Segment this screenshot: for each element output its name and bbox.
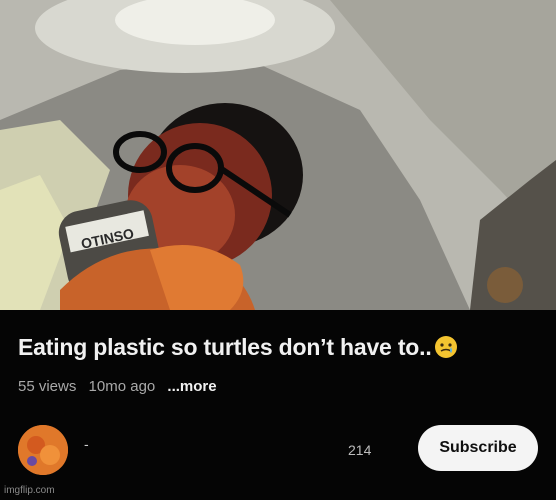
subscriber-count: 214 (348, 442, 372, 458)
more-link[interactable]: ...more (167, 378, 216, 395)
imgflip-watermark: imgflip.com (4, 485, 55, 496)
tearful-smiling-face-icon (434, 335, 458, 359)
view-count: 55 views (18, 378, 77, 395)
video-title[interactable]: Eating plastic so turtles don’t have to.… (18, 334, 538, 361)
subscribe-button[interactable]: Subscribe (418, 425, 538, 471)
channel-avatar[interactable] (18, 425, 68, 475)
video-thumbnail[interactable]: OTINSO (0, 0, 556, 310)
video-page: OTINSO Eating plastic so turtles don’t h… (0, 0, 556, 500)
upload-age: 10mo ago (88, 378, 156, 395)
thumbnail-image: OTINSO (0, 0, 556, 310)
channel-name[interactable]: - (84, 436, 89, 452)
channel-row: - 214 Subscribe (0, 418, 556, 478)
video-meta: 55 views 10mo ago ...more (18, 378, 225, 395)
video-title-text: Eating plastic so turtles don’t have to.… (18, 334, 432, 360)
